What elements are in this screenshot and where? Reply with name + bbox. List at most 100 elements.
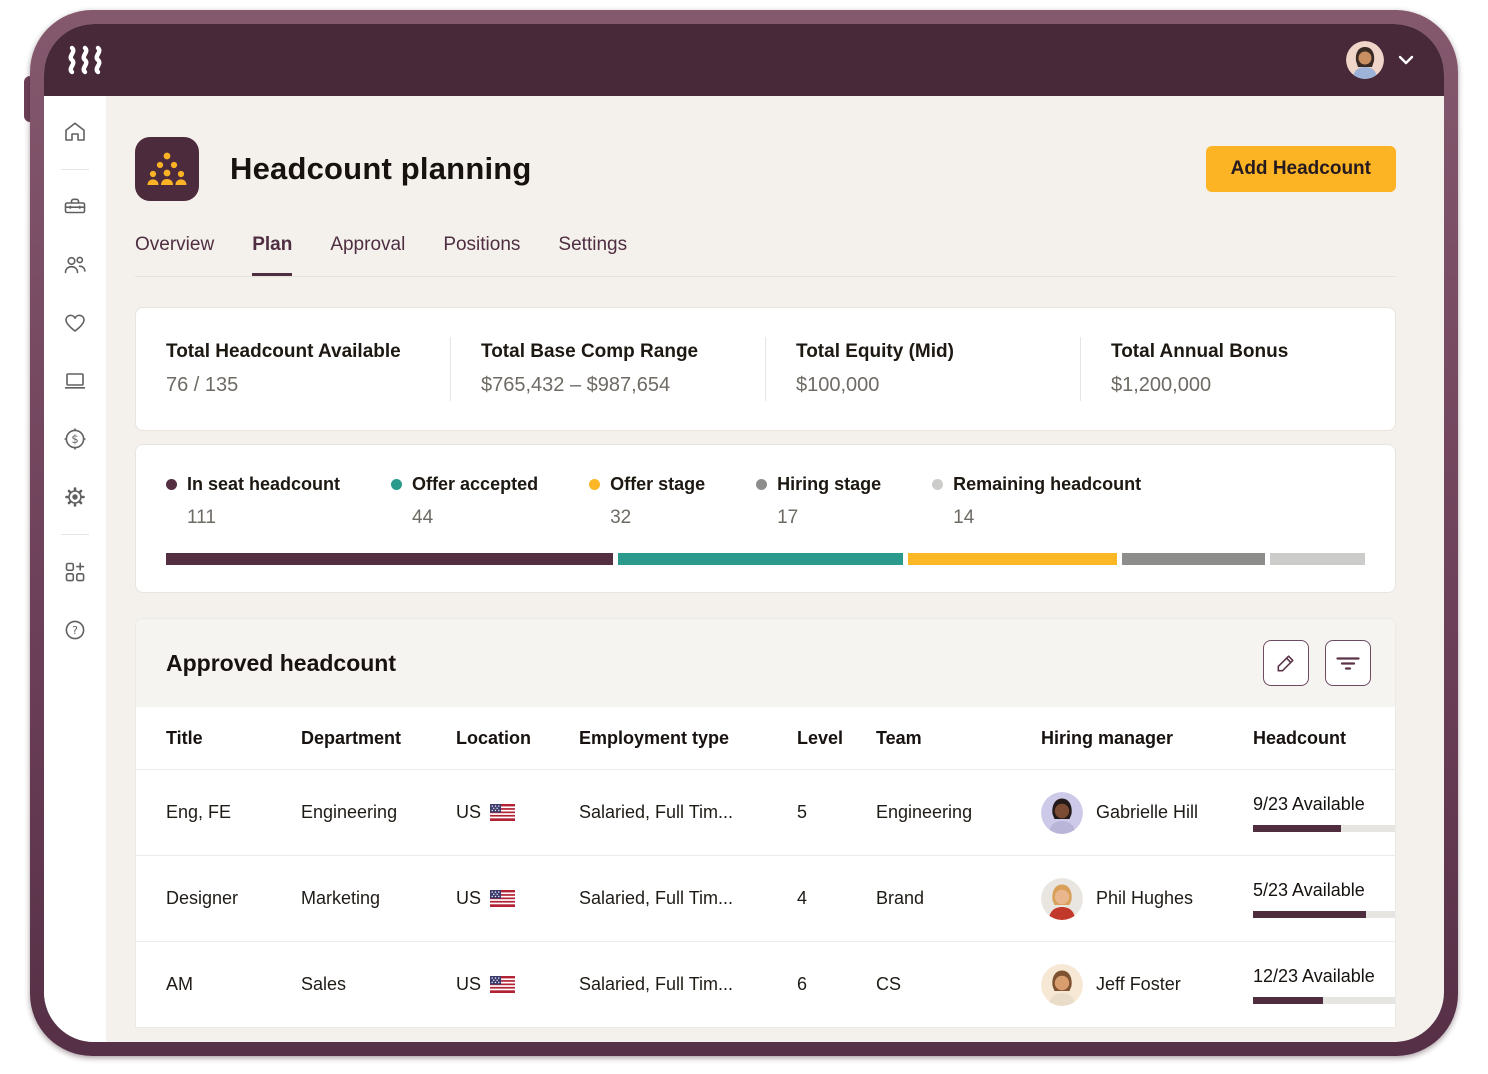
add-headcount-button[interactable]: Add Headcount — [1205, 146, 1396, 192]
cell-location: US — [456, 888, 579, 909]
stat-base-comp: Total Base Comp Range $765,432 – $987,65… — [450, 337, 765, 401]
topbar — [44, 24, 1444, 96]
cell-team: CS — [876, 974, 902, 994]
col-headcount: Headcount — [1253, 727, 1347, 748]
headcount-stacked-bar — [166, 553, 1365, 565]
profile-menu[interactable] — [1346, 41, 1414, 79]
bar-segment-in-seat — [166, 553, 613, 565]
col-level: Level — [797, 727, 844, 748]
cell-title: Designer — [166, 888, 239, 908]
page-title: Headcount planning — [230, 151, 532, 186]
table-row[interactable]: Designer Marketing US Salaried, Full Tim… — [136, 855, 1395, 941]
headcount-progress — [1253, 910, 1395, 918]
us-flag-icon — [490, 976, 516, 993]
cell-location: US — [456, 802, 579, 823]
chevron-down-icon[interactable] — [1398, 55, 1414, 65]
stat-label: Total Equity (Mid) — [796, 341, 954, 362]
table-row[interactable]: Eng, FE Engineering US Salaried, Full Ti… — [136, 769, 1395, 855]
cell-location: US — [456, 974, 579, 995]
legend-value: 14 — [953, 507, 975, 528]
cell-team: Brand — [876, 888, 925, 908]
legend-label: In seat headcount — [187, 474, 341, 494]
legend-dot — [756, 479, 768, 490]
legend-value: 32 — [610, 507, 632, 528]
stat-label: Total Base Comp Range — [481, 341, 699, 362]
legend-hiring-stage: Hiring stage 17 — [756, 474, 881, 529]
help-icon[interactable]: ? — [61, 616, 89, 644]
cell-hiring-manager: Phil Hughes — [1041, 877, 1253, 920]
stat-value: 76 / 135 — [166, 374, 239, 396]
tab-bar: Overview Plan Approval Positions Setting… — [135, 234, 1396, 277]
cell-level: 6 — [797, 974, 808, 994]
user-avatar[interactable] — [1346, 41, 1384, 79]
legend-label: Remaining headcount — [953, 474, 1142, 494]
cell-hiring-manager: Gabrielle Hill — [1041, 791, 1253, 834]
legend-dot — [589, 479, 601, 490]
location-label: US — [456, 974, 482, 994]
heart-icon[interactable] — [61, 309, 89, 337]
col-title: Title — [166, 727, 203, 748]
people-icon[interactable] — [61, 251, 89, 279]
tab-positions[interactable]: Positions — [443, 234, 520, 276]
manager-name: Phil Hughes — [1096, 888, 1194, 908]
cell-headcount: 12/23 Available — [1253, 965, 1395, 1004]
tab-plan[interactable]: Plan — [252, 234, 293, 276]
apps-add-icon[interactable] — [61, 558, 89, 586]
cell-level: 4 — [797, 888, 808, 908]
laptop-icon[interactable] — [61, 367, 89, 395]
cell-employment-type: Salaried, Full Tim... — [579, 802, 734, 822]
us-flag-icon — [490, 890, 516, 907]
col-hiring-manager: Hiring manager — [1041, 727, 1174, 748]
svg-text:$: $ — [71, 432, 78, 446]
legend-value: 111 — [187, 507, 216, 528]
rippling-logo-icon — [65, 44, 111, 76]
headcount-progress-fill — [1253, 910, 1367, 918]
app-body: $ ? Headcount planning Add Headcount Ove… — [44, 96, 1444, 1042]
cell-department: Sales — [301, 974, 347, 994]
stat-equity: Total Equity (Mid) $100,000 — [765, 337, 1080, 401]
legend-label: Offer accepted — [412, 474, 539, 494]
manager-avatar — [1041, 963, 1083, 1006]
main-content: Headcount planning Add Headcount Overvie… — [106, 96, 1444, 1042]
table-header-bar: Approved headcount — [136, 619, 1395, 707]
location-label: US — [456, 888, 482, 908]
totals-summary-card: Total Headcount Available 76 / 135 Total… — [135, 307, 1396, 431]
gear-icon[interactable] — [61, 483, 89, 511]
headcount-label: 12/23 Available — [1253, 965, 1375, 986]
cell-employment-type: Salaried, Full Tim... — [579, 888, 734, 908]
payroll-dollar-icon[interactable]: $ — [61, 425, 89, 453]
home-icon[interactable] — [61, 118, 89, 146]
headcount-label: 5/23 Available — [1253, 879, 1365, 900]
col-location: Location — [456, 727, 531, 748]
cell-hiring-manager: Jeff Foster — [1041, 963, 1253, 1006]
legend-remaining: Remaining headcount 14 — [932, 474, 1141, 529]
toolbox-icon[interactable] — [61, 193, 89, 221]
manager-avatar — [1041, 877, 1083, 920]
headcount-label: 9/23 Available — [1253, 793, 1365, 814]
edit-button[interactable] — [1263, 640, 1309, 686]
stat-value: $1,200,000 — [1111, 374, 1212, 396]
tab-settings[interactable]: Settings — [558, 234, 627, 276]
manager-name: Gabrielle Hill — [1096, 802, 1199, 822]
bar-segment-remaining — [1269, 553, 1365, 565]
cell-title: Eng, FE — [166, 802, 232, 822]
headcount-app-icon — [135, 137, 199, 201]
table-title: Approved headcount — [166, 649, 397, 676]
us-flag-icon — [490, 804, 516, 821]
tab-overview[interactable]: Overview — [135, 234, 214, 276]
legend-offer-accepted: Offer accepted 44 — [391, 474, 538, 529]
tablet-frame: $ ? Headcount planning Add Headcount Ove… — [30, 10, 1458, 1056]
sidebar: $ ? — [44, 96, 106, 1042]
table-row[interactable]: AM Sales US Salaried, Full Tim... 6 CS J… — [136, 941, 1395, 1027]
location-label: US — [456, 802, 482, 822]
sidebar-divider — [61, 534, 89, 535]
legend-value: 44 — [412, 507, 434, 528]
pipeline-legend: In seat headcount 111 Offer accepted 44 — [166, 474, 1365, 529]
stat-value: $100,000 — [796, 374, 880, 396]
tab-approval[interactable]: Approval — [330, 234, 405, 276]
legend-label: Hiring stage — [777, 474, 882, 494]
legend-in-seat: In seat headcount 111 — [166, 474, 340, 529]
filter-button[interactable] — [1325, 640, 1371, 686]
stat-label: Total Headcount Available — [166, 341, 401, 362]
cell-department: Marketing — [301, 888, 381, 908]
